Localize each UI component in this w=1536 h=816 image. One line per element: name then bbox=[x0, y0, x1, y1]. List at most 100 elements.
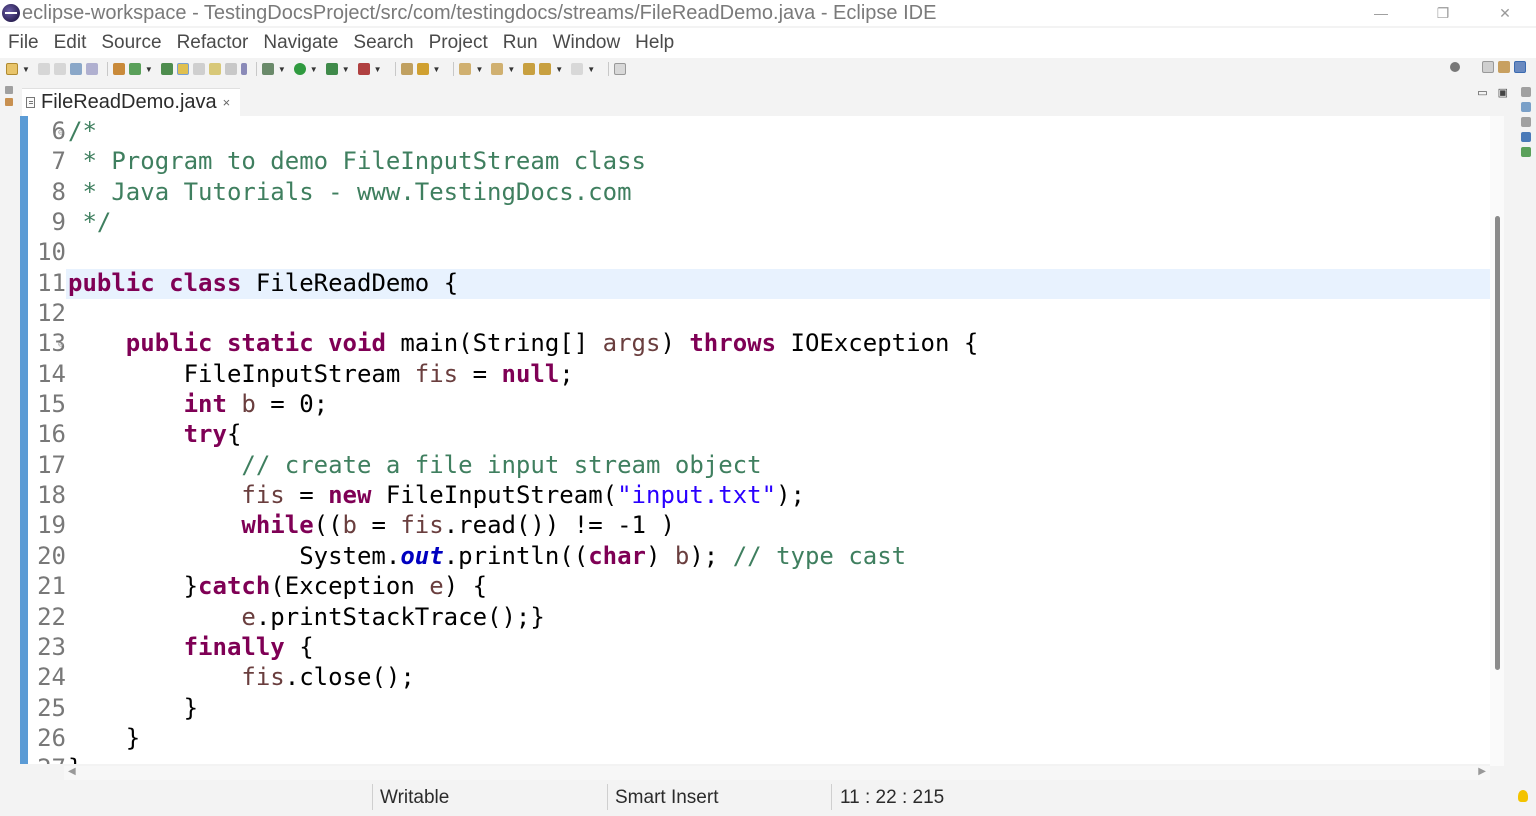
new-dropdown-icon[interactable]: ▼ bbox=[22, 65, 30, 74]
refresh-dropdown-icon[interactable]: ▼ bbox=[145, 65, 153, 74]
code-line[interactable]: 10 bbox=[28, 237, 1490, 267]
tip-bulb-icon[interactable] bbox=[1518, 790, 1528, 802]
block-selection-icon[interactable] bbox=[208, 63, 221, 75]
restore-view-icon[interactable] bbox=[5, 86, 13, 94]
debug-icon[interactable] bbox=[261, 63, 274, 75]
refresh-icon[interactable] bbox=[128, 63, 141, 75]
code-line[interactable]: 27} bbox=[28, 753, 1490, 764]
maximize-editor-icon[interactable]: ▣ bbox=[1498, 86, 1508, 99]
menu-window[interactable]: Window bbox=[553, 32, 621, 54]
code-text: fis.close(); bbox=[68, 662, 414, 692]
run-icon[interactable] bbox=[293, 63, 306, 75]
code-line[interactable]: 7 * Program to demo FileInputStream clas… bbox=[28, 146, 1490, 176]
problems-icon[interactable] bbox=[1521, 132, 1531, 142]
save-icon[interactable] bbox=[37, 63, 50, 75]
minimize-button[interactable]: — bbox=[1350, 0, 1412, 26]
external-tools-dropdown-icon[interactable]: ▼ bbox=[374, 65, 382, 74]
next-annotation-dropdown-icon[interactable]: ▼ bbox=[475, 65, 483, 74]
code-line[interactable]: 22 e.printStackTrace();} bbox=[28, 602, 1490, 632]
run-dropdown-icon[interactable]: ▼ bbox=[310, 65, 318, 74]
code-line[interactable]: 14 FileInputStream fis = null; bbox=[28, 359, 1490, 389]
print-icon[interactable] bbox=[69, 63, 82, 75]
previous-annotation-dropdown-icon[interactable]: ▼ bbox=[507, 65, 515, 74]
forward-dropdown-icon[interactable]: ▼ bbox=[587, 65, 595, 74]
code-line[interactable]: 25 } bbox=[28, 693, 1490, 723]
search-tool-dropdown-icon[interactable]: ▼ bbox=[433, 65, 441, 74]
search-icon[interactable] bbox=[1450, 62, 1460, 72]
code-line[interactable]: 15 int b = 0; bbox=[28, 389, 1490, 419]
code-line[interactable]: 16 try{ bbox=[28, 419, 1490, 449]
restore-bottom-view-icon[interactable] bbox=[1521, 117, 1531, 127]
fold-collapse-icon[interactable]: ⊖ bbox=[58, 118, 63, 148]
code-token: e bbox=[429, 572, 444, 601]
code-line[interactable]: 9 */ bbox=[28, 207, 1490, 237]
code-line[interactable]: 23 finally { bbox=[28, 632, 1490, 662]
menu-edit[interactable]: Edit bbox=[54, 32, 87, 54]
tab-filereaddemo[interactable]: FileReadDemo.java × bbox=[22, 88, 240, 116]
console-icon[interactable] bbox=[1521, 147, 1531, 157]
tab-close-icon[interactable]: × bbox=[223, 95, 231, 110]
pin-icon[interactable] bbox=[160, 63, 173, 75]
fold-collapse-icon[interactable]: ⊖ bbox=[58, 330, 63, 360]
vertical-scrollbar[interactable] bbox=[1490, 116, 1504, 766]
previous-annotation-icon[interactable] bbox=[491, 63, 504, 75]
scroll-right-icon[interactable]: ▶ bbox=[1478, 766, 1486, 777]
restore-button[interactable]: ❐ bbox=[1412, 0, 1474, 26]
pin-editor-icon[interactable] bbox=[614, 63, 627, 75]
outline-icon[interactable] bbox=[1521, 102, 1531, 112]
code-line[interactable]: 17 // create a file input stream object bbox=[28, 450, 1490, 480]
code-line[interactable]: 26 } bbox=[28, 723, 1490, 753]
forward-icon[interactable] bbox=[571, 63, 584, 75]
show-whitespace-icon[interactable] bbox=[240, 63, 247, 75]
menu-search[interactable]: Search bbox=[353, 32, 413, 54]
close-button[interactable]: ✕ bbox=[1474, 0, 1536, 26]
line-number: 24 bbox=[37, 663, 66, 692]
restore-right-view-icon[interactable] bbox=[1521, 87, 1531, 97]
menu-source[interactable]: Source bbox=[101, 32, 161, 54]
menu-run[interactable]: Run bbox=[503, 32, 538, 54]
menu-navigate[interactable]: Navigate bbox=[263, 32, 338, 54]
menu-file[interactable]: File bbox=[8, 32, 39, 54]
open-type-icon[interactable] bbox=[400, 63, 413, 75]
external-tools-icon[interactable] bbox=[357, 63, 370, 75]
menu-help[interactable]: Help bbox=[635, 32, 674, 54]
coverage-dropdown-icon[interactable]: ▼ bbox=[342, 65, 350, 74]
java-ee-perspective-icon[interactable] bbox=[1498, 61, 1510, 73]
code-line[interactable]: 11 public class FileReadDemo { bbox=[28, 268, 1490, 298]
highlight-icon[interactable] bbox=[176, 63, 189, 75]
back-icon[interactable] bbox=[539, 63, 552, 75]
horizontal-scrollbar[interactable]: ◀ ▶ bbox=[64, 766, 1490, 780]
code-line[interactable]: 21 }catch(Exception e) { bbox=[28, 571, 1490, 601]
code-line[interactable]: 13 ⊖ public static void main(String[] arg… bbox=[28, 328, 1490, 358]
new-icon[interactable] bbox=[6, 63, 18, 75]
format-icon[interactable] bbox=[192, 63, 205, 75]
code-editor[interactable]: 6 ⊖/* 7 * Program to demo FileInputStream … bbox=[20, 116, 1490, 764]
code-line[interactable]: 19 while((b = fis.read()) != -1 ) bbox=[28, 510, 1490, 540]
code-token: { bbox=[226, 420, 242, 449]
code-line[interactable]: 24 fis.close(); bbox=[28, 662, 1490, 692]
code-line[interactable]: 8 * Java Tutorials - www.TestingDocs.com bbox=[28, 177, 1490, 207]
save-all-icon[interactable] bbox=[53, 63, 66, 75]
code-line[interactable]: 12 bbox=[28, 298, 1490, 328]
terminal-icon[interactable] bbox=[85, 63, 98, 75]
package-explorer-icon[interactable] bbox=[5, 98, 13, 106]
last-edit-icon[interactable] bbox=[523, 63, 536, 75]
open-perspective-icon[interactable] bbox=[1482, 61, 1494, 73]
minimize-editor-icon[interactable]: ▭ bbox=[1477, 86, 1487, 99]
java-perspective-icon[interactable] bbox=[1514, 61, 1526, 73]
next-annotation-icon[interactable] bbox=[459, 63, 472, 75]
menu-project[interactable]: Project bbox=[429, 32, 488, 54]
debug-dropdown-icon[interactable]: ▼ bbox=[278, 65, 286, 74]
code-line[interactable]: 20 System.out.println((char) b); // type… bbox=[28, 541, 1490, 571]
menu-refactor[interactable]: Refactor bbox=[177, 32, 249, 54]
whitespace-icon[interactable] bbox=[224, 63, 237, 75]
code-line[interactable]: 18 fis = new FileInputStream("input.txt"… bbox=[28, 480, 1490, 510]
coverage-icon[interactable] bbox=[325, 63, 338, 75]
scroll-left-icon[interactable]: ◀ bbox=[68, 766, 76, 777]
build-icon[interactable] bbox=[112, 63, 125, 75]
back-dropdown-icon[interactable]: ▼ bbox=[555, 65, 563, 74]
status-insert-mode[interactable]: Smart Insert bbox=[615, 787, 718, 809]
vertical-scrollbar-thumb[interactable] bbox=[1495, 216, 1500, 670]
code-line[interactable]: 6 ⊖/* bbox=[28, 116, 1490, 146]
search-tool-icon[interactable] bbox=[416, 63, 429, 75]
